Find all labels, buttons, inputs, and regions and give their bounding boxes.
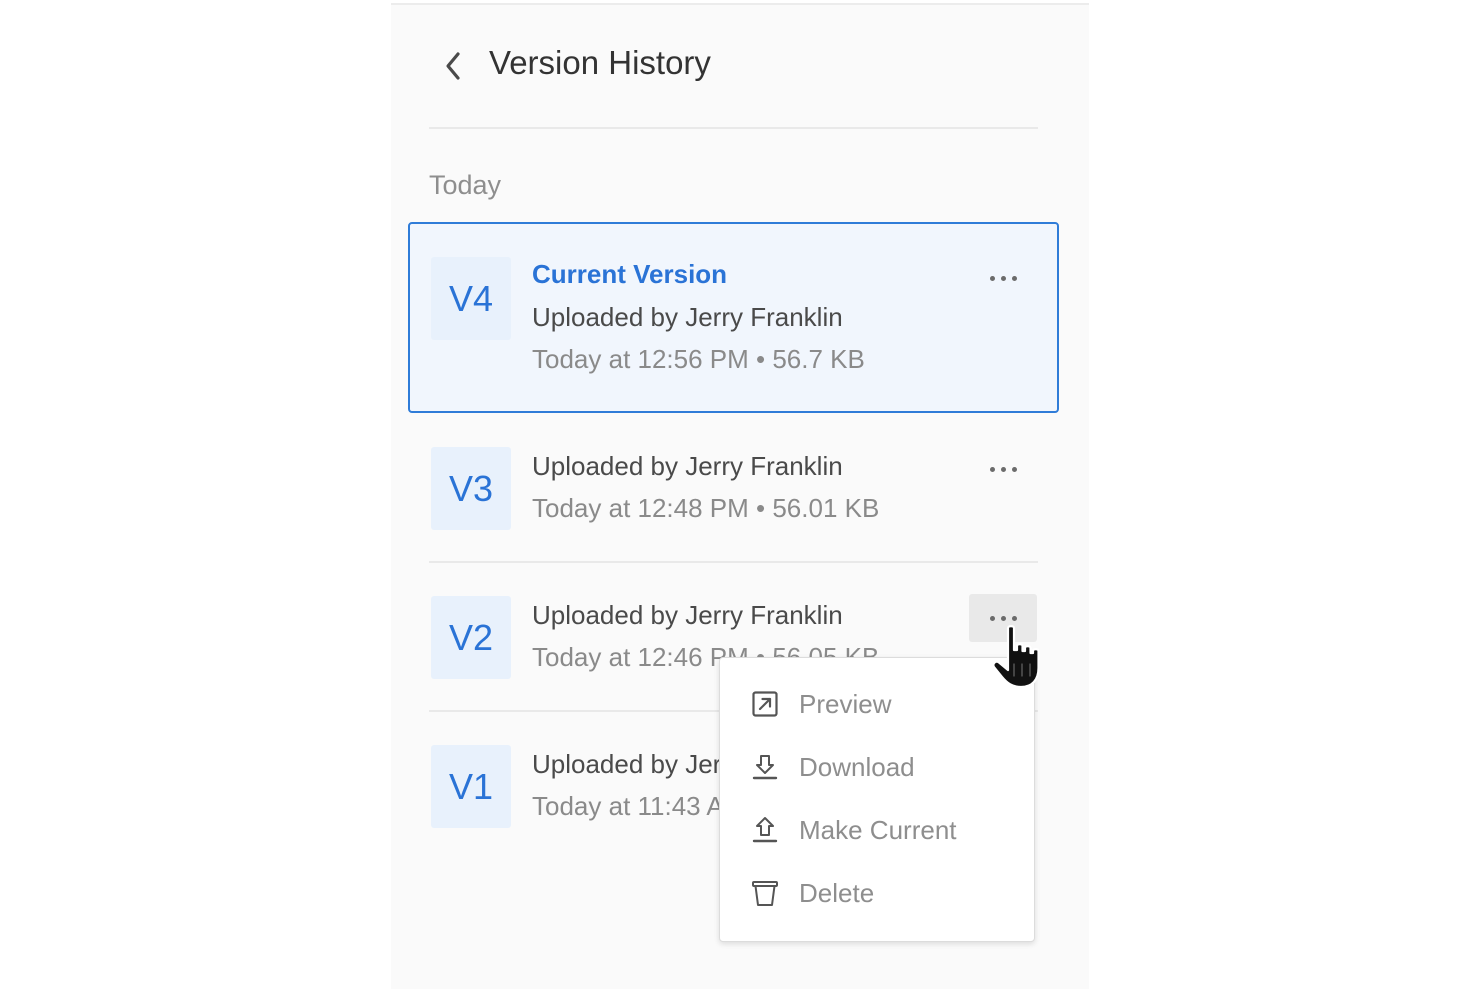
menu-item-label: Download	[799, 752, 915, 782]
more-dots-icon	[989, 466, 1017, 472]
section-label-today: Today	[429, 170, 502, 200]
current-version-label: Current Version	[532, 259, 728, 289]
version-meta-v3: Today at 12:48 PM • 56.01 KB	[532, 493, 880, 523]
upload-icon	[752, 817, 778, 843]
row-divider	[429, 561, 1038, 563]
page-title: Version History	[489, 44, 711, 81]
download-icon	[752, 755, 778, 780]
menu-item-preview[interactable]: Preview	[720, 676, 1034, 732]
menu-item-label: Make Current	[799, 815, 957, 845]
version-badge-v1: V1	[431, 745, 511, 828]
menu-item-make-current[interactable]: Make Current	[720, 802, 1034, 858]
version-uploader-v4: Uploaded by Jerry Franklin	[532, 302, 843, 332]
more-dots-icon	[989, 615, 1017, 621]
version-badge-v3: V3	[431, 447, 511, 530]
menu-item-label: Delete	[799, 878, 875, 908]
header-divider	[429, 127, 1038, 129]
menu-item-label: Preview	[799, 689, 892, 719]
trash-icon	[752, 881, 778, 906]
more-options-button-v3[interactable]	[969, 445, 1037, 493]
version-badge-v4: V4	[431, 257, 511, 340]
version-meta-v4: Today at 12:56 PM • 56.7 KB	[532, 344, 865, 374]
hand-cursor-icon	[992, 625, 1040, 689]
menu-item-delete[interactable]: Delete	[720, 865, 1034, 921]
more-options-button-v4[interactable]	[969, 254, 1037, 302]
external-link-icon	[752, 691, 778, 717]
back-button[interactable]	[437, 46, 469, 86]
more-dots-icon	[989, 275, 1017, 281]
version-badge-v2: V2	[431, 596, 511, 679]
menu-item-download[interactable]: Download	[720, 739, 1034, 795]
version-uploader-v3: Uploaded by Jerry Franklin	[532, 451, 843, 481]
version-context-menu: Preview Download Make Current Delete	[719, 657, 1035, 942]
version-uploader-v2: Uploaded by Jerry Franklin	[532, 600, 843, 630]
chevron-left-icon	[446, 52, 460, 80]
